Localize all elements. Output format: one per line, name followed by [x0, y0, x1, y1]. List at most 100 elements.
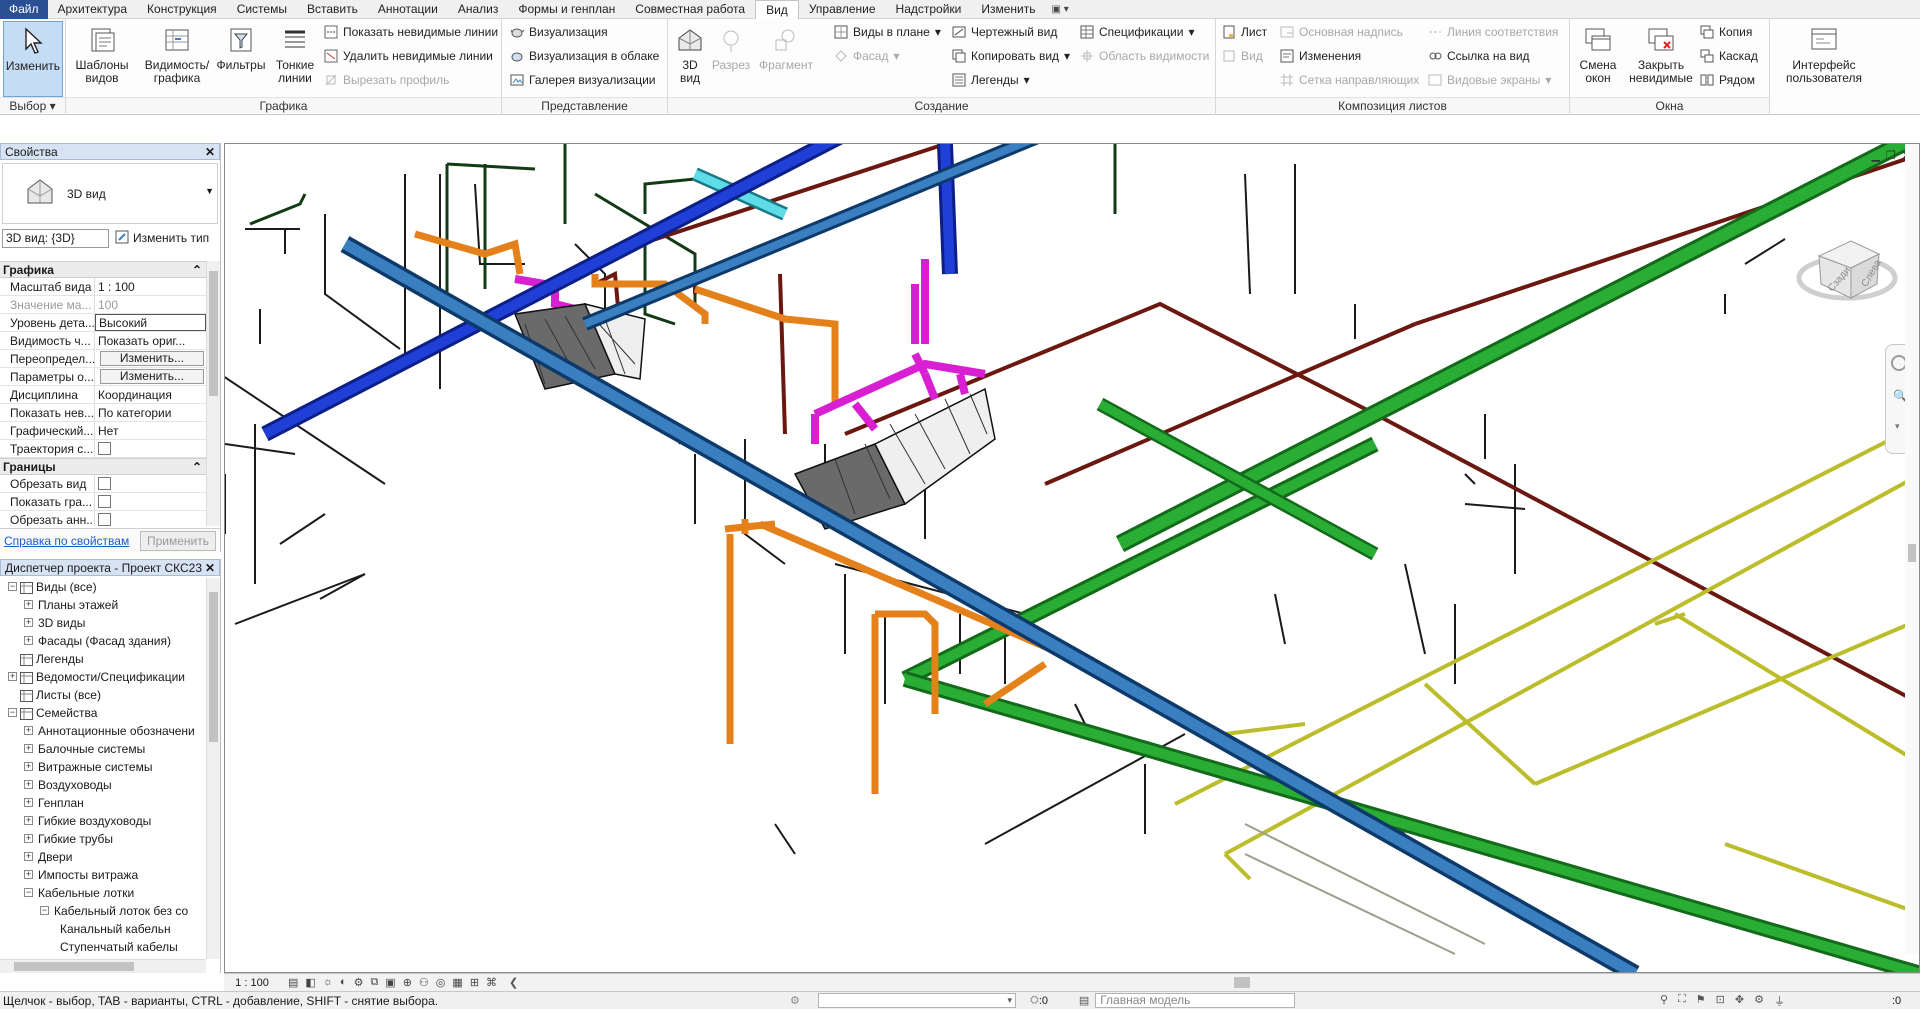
- expand-icon[interactable]: +: [24, 852, 33, 861]
- view-scale[interactable]: 1 : 100: [224, 977, 280, 989]
- render-icon[interactable]: ⚙: [354, 976, 364, 989]
- browser-hscrollbar[interactable]: [0, 959, 206, 973]
- design-option-select[interactable]: Главная модель: [1095, 993, 1296, 1008]
- cascade-button[interactable]: Каскад: [1700, 46, 1758, 66]
- tree-item[interactable]: + Балочные системы: [0, 740, 206, 758]
- temp-hide-icon[interactable]: ⚇: [419, 976, 429, 989]
- collapse-icon[interactable]: −: [40, 906, 49, 915]
- expand-icon[interactable]: +: [24, 798, 33, 807]
- modify-button[interactable]: Изменить: [3, 21, 63, 97]
- cloud-render-button[interactable]: Визуализация в облаке: [510, 46, 659, 66]
- properties-help-link[interactable]: Справка по свойствам: [4, 534, 129, 548]
- expand-icon[interactable]: +: [8, 672, 17, 681]
- tree-item[interactable]: Канальный кабельн: [0, 920, 206, 938]
- properties-scroll-thumb[interactable]: [209, 271, 218, 396]
- design-options-icon[interactable]: ▤: [1079, 994, 1089, 1007]
- tree-item[interactable]: + Гибкие трубы: [0, 830, 206, 848]
- tree-item[interactable]: Листы (все): [0, 686, 206, 704]
- expand-icon[interactable]: +: [24, 618, 33, 627]
- sheet-button[interactable]: Лист: [1222, 22, 1267, 42]
- properties-scrollbar[interactable]: [206, 261, 220, 526]
- tab-view[interactable]: Вид: [755, 0, 799, 20]
- property-checkbox[interactable]: [98, 513, 111, 526]
- tab-analyze[interactable]: Анализ: [448, 0, 509, 19]
- tree-item[interactable]: + Фасады (Фасад здания): [0, 632, 206, 650]
- visibility-graphics-button[interactable]: Видимость/графика: [142, 21, 212, 97]
- property-group-header[interactable]: Границы ⌃: [0, 458, 206, 475]
- instance-filter-select[interactable]: 3D вид: {3D}: [2, 228, 109, 248]
- show-hidden-lines-button[interactable]: Показать невидимые линии: [324, 22, 498, 42]
- drafting-view-button[interactable]: Чертежный вид: [952, 22, 1057, 42]
- property-value[interactable]: По категории: [95, 404, 206, 421]
- collapse-icon[interactable]: −: [24, 888, 33, 897]
- expand-icon[interactable]: +: [24, 636, 33, 645]
- tree-item[interactable]: + Двери: [0, 848, 206, 866]
- elevation-button[interactable]: Фасад ▾: [834, 46, 900, 66]
- property-value[interactable]: [95, 511, 206, 526]
- browser-scroll-thumb[interactable]: [209, 592, 218, 742]
- tab-modify[interactable]: Изменить: [971, 0, 1045, 19]
- scroll-left-icon[interactable]: ❮: [509, 976, 518, 989]
- tree-item[interactable]: + Воздуховоды: [0, 776, 206, 794]
- guide-grid-button[interactable]: Сетка направляющих: [1280, 70, 1419, 90]
- section-button[interactable]: Разрез: [710, 21, 752, 97]
- property-checkbox[interactable]: [98, 477, 111, 490]
- property-value[interactable]: [95, 440, 206, 457]
- expand-icon[interactable]: +: [24, 762, 33, 771]
- tree-item[interactable]: + Витражные системы: [0, 758, 206, 776]
- property-group-header[interactable]: Графика ⌃: [0, 261, 206, 278]
- close-icon[interactable]: ✕: [205, 561, 215, 575]
- analysis-icon[interactable]: ⊞: [470, 976, 479, 989]
- revisions-button[interactable]: Изменения: [1280, 46, 1361, 66]
- tree-item[interactable]: − Семейства: [0, 704, 206, 722]
- browser-scrollbar[interactable]: [206, 578, 220, 959]
- filters-button[interactable]: Фильтры: [214, 21, 268, 97]
- scope-box-button[interactable]: Область видимости: [1080, 46, 1209, 66]
- sun-path-icon[interactable]: ☼: [323, 976, 333, 989]
- tab-collaborate[interactable]: Совместная работа: [625, 0, 755, 19]
- expand-icon[interactable]: +: [24, 726, 33, 735]
- view-hscroll-thumb[interactable]: [1234, 977, 1250, 988]
- render-button[interactable]: Визуализация: [510, 22, 608, 42]
- remove-hidden-lines-button[interactable]: Удалить невидимые линии: [324, 46, 493, 66]
- contextual-tab-toggle[interactable]: ▣ ▾: [1046, 4, 1075, 15]
- crop-view-icon[interactable]: ⧉: [370, 976, 378, 989]
- tree-item[interactable]: + Планы этажей: [0, 596, 206, 614]
- user-interface-button[interactable]: Интерфейс пользователя: [1774, 21, 1874, 97]
- expand-icon[interactable]: +: [24, 600, 33, 609]
- workset-select[interactable]: ▾: [818, 993, 1016, 1008]
- minimize-icon[interactable]: ▁: [1871, 149, 1879, 162]
- title-block-button[interactable]: Основная надпись: [1280, 22, 1403, 42]
- tree-item[interactable]: + Импосты витража: [0, 866, 206, 884]
- legends-button[interactable]: Легенды ▾: [952, 70, 1030, 90]
- drag-elements-icon[interactable]: ✥: [1735, 993, 1744, 1009]
- visual-style-icon[interactable]: ◧: [305, 976, 315, 989]
- property-value[interactable]: [95, 475, 206, 492]
- cut-profile-button[interactable]: Вырезать профиль: [324, 70, 449, 90]
- shadows-icon[interactable]: ◐: [340, 976, 347, 989]
- lock-view-icon[interactable]: ⊕: [403, 976, 412, 989]
- tab-systems[interactable]: Системы: [227, 0, 297, 19]
- collapse-icon[interactable]: ⌃: [192, 263, 202, 277]
- render-gallery-button[interactable]: Галерея визуализации: [510, 70, 656, 90]
- tab-addins[interactable]: Надстройки: [886, 0, 972, 19]
- tab-insert[interactable]: Вставить: [297, 0, 368, 19]
- tab-file[interactable]: Файл: [0, 0, 48, 19]
- plan-views-button[interactable]: Виды в плане ▾: [834, 22, 941, 42]
- view-reference-button[interactable]: Ссылка на вид: [1428, 46, 1530, 66]
- property-value[interactable]: Изменить...: [95, 350, 206, 367]
- edit-type-button[interactable]: Изменить тип: [115, 230, 209, 247]
- collapse-icon[interactable]: ⌃: [192, 460, 202, 474]
- tile-button[interactable]: Рядом: [1700, 70, 1755, 90]
- tree-item[interactable]: − Кабельные лотки: [0, 884, 206, 902]
- tree-item[interactable]: + Ведомости/Спецификации: [0, 668, 206, 686]
- callout-button[interactable]: Фрагмент: [754, 21, 818, 97]
- thin-lines-button[interactable]: Тонкие линии: [270, 21, 320, 97]
- tree-item[interactable]: − Виды (все): [0, 578, 206, 596]
- tree-item[interactable]: + Аннотационные обозначени: [0, 722, 206, 740]
- apply-button[interactable]: Применить: [139, 530, 216, 551]
- expand-icon[interactable]: +: [24, 744, 33, 753]
- tree-item[interactable]: + Гибкие воздуховоды: [0, 812, 206, 830]
- close-inactive-button[interactable]: Закрыть невидимые: [1626, 21, 1696, 97]
- crop-region-icon[interactable]: ▣: [385, 976, 395, 989]
